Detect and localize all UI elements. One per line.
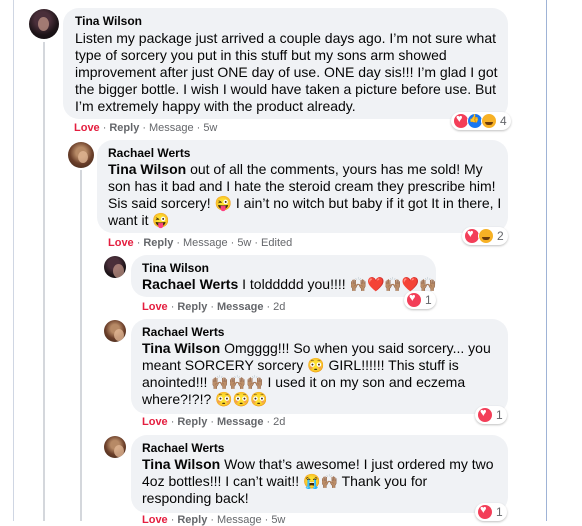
mention-link[interactable]: Tina Wilson	[142, 456, 220, 472]
love-link[interactable]: Love	[142, 514, 168, 526]
reaction-count: 1	[496, 408, 503, 422]
comment-actions: Love · Reply · Message · 5w · Edited	[108, 237, 293, 249]
comment-text-line: meant SORCERY sorcery 😳 GIRL!!!!!! This …	[142, 357, 459, 373]
page-right-border	[546, 0, 547, 521]
reaction-count: 1	[425, 293, 432, 307]
comment-author[interactable]: Tina Wilson	[75, 14, 142, 28]
reaction-summary[interactable]: 1	[475, 406, 507, 424]
avatar[interactable]	[104, 320, 126, 342]
reply-link[interactable]: Reply	[177, 514, 207, 526]
haha-reaction-icon	[478, 228, 494, 244]
comment-text: Tina Wilson Omgggg!!! So when you said s…	[142, 340, 504, 408]
reply-link[interactable]: Reply	[109, 122, 139, 134]
comment-actions: Love · Reply · Message · 5w	[74, 122, 218, 134]
avatar[interactable]	[104, 436, 126, 458]
avatar[interactable]	[104, 256, 126, 278]
timestamp[interactable]: 2d	[273, 301, 285, 313]
message-link[interactable]: Message	[183, 237, 228, 249]
thread-line	[43, 42, 45, 521]
comment-text: Rachael Werts I tolddddd you!!!! 🙌🏽❤️🙌🏽❤…	[142, 276, 437, 293]
comment-text-line: anointed!!! 🙌🏽🙌🏽🙌🏽 I used it on my son a…	[142, 374, 466, 390]
comment-text-line: where?!?!? 😳😳😳	[142, 391, 268, 407]
reply-link[interactable]: Reply	[177, 301, 207, 313]
timestamp[interactable]: 5w	[203, 122, 217, 134]
comment-actions: Love · Reply · Message · 2d	[142, 416, 286, 428]
comment-text-line: I tolddddd you!!!! 🙌🏽❤️🙌🏽❤️🙌🏽	[242, 276, 437, 292]
comment-author[interactable]: Rachael Werts	[142, 325, 224, 339]
reaction-count: 2	[497, 229, 504, 243]
reaction-count: 4	[500, 114, 507, 128]
edited-label: Edited	[261, 237, 293, 249]
love-link[interactable]: Love	[74, 122, 100, 134]
love-link[interactable]: Love	[142, 416, 168, 428]
page-left-border	[13, 0, 14, 521]
comment-text-line: Omgggg!!! So when you said sorcery... yo…	[224, 340, 491, 356]
mention-link[interactable]: Tina Wilson	[108, 161, 186, 177]
comment-text-line: out of all the comments, yours has me so…	[190, 161, 483, 177]
reaction-count: 1	[496, 505, 503, 519]
mention-link[interactable]: Rachael Werts	[142, 276, 238, 292]
comment-text: Tina Wilson Wow that’s awesome! I just o…	[142, 456, 504, 507]
comment-text-line: responding back!	[142, 490, 249, 506]
message-link[interactable]: Message	[217, 514, 262, 526]
avatar[interactable]	[29, 9, 59, 39]
reaction-summary[interactable]: 1	[475, 503, 507, 521]
timestamp[interactable]: 5w	[271, 514, 285, 526]
message-link[interactable]: Message	[217, 301, 263, 313]
reply-link[interactable]: Reply	[177, 416, 207, 428]
haha-reaction-icon	[481, 113, 497, 129]
comment-text-line: 4oz bottles!!! I can’t wait!! 😭🙌🏽 Thank …	[142, 473, 428, 489]
love-link[interactable]: Love	[108, 237, 134, 249]
comment-actions: Love · Reply · Message · 5w	[142, 514, 286, 526]
comment-text: Tina Wilson out of all the comments, you…	[108, 161, 506, 229]
reaction-summary[interactable]: 4	[451, 112, 511, 130]
reply-thread-line	[80, 170, 82, 521]
comment-author[interactable]: Rachael Werts	[142, 441, 224, 455]
reply-link[interactable]: Reply	[143, 237, 173, 249]
comment-text-line: want it 😜	[108, 212, 170, 228]
reaction-summary[interactable]: 2	[462, 227, 508, 245]
avatar[interactable]	[68, 142, 94, 168]
love-reaction-icon	[406, 292, 422, 308]
reaction-summary[interactable]: 1	[404, 291, 436, 309]
comment-author[interactable]: Rachael Werts	[108, 146, 190, 160]
comment-actions: Love · Reply · Message · 2d	[142, 301, 286, 313]
comment-text-line: Wow that’s awesome! I just ordered my tw…	[224, 456, 494, 472]
love-reaction-icon	[477, 504, 493, 520]
timestamp[interactable]: 5w	[237, 237, 251, 249]
timestamp[interactable]: 2d	[273, 416, 285, 428]
comment-author[interactable]: Tina Wilson	[142, 261, 209, 275]
mention-link[interactable]: Tina Wilson	[142, 340, 220, 356]
love-link[interactable]: Love	[142, 301, 168, 313]
love-reaction-icon	[477, 407, 493, 423]
message-link[interactable]: Message	[217, 416, 263, 428]
comment-text: Listen my package just arrived a couple …	[75, 30, 498, 114]
comment-text-line: son has it bad and I hate the steroid cr…	[108, 178, 496, 194]
comment-text-line: Sis said sorcery! 😜 I ain’t no witch but…	[108, 195, 502, 211]
message-link[interactable]: Message	[149, 122, 194, 134]
